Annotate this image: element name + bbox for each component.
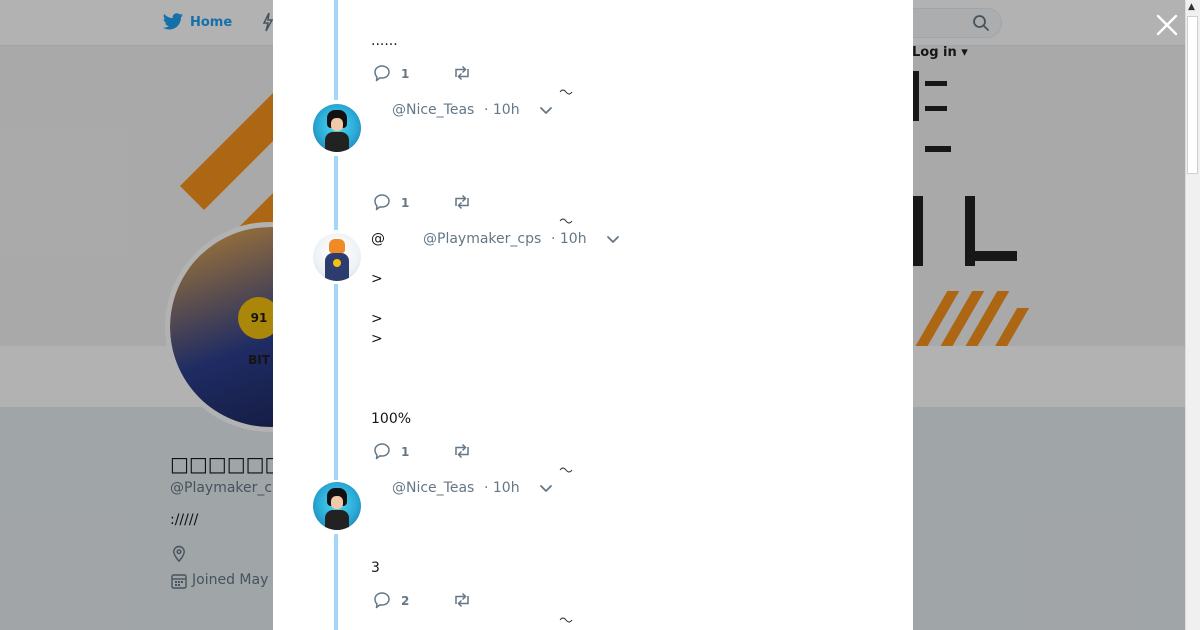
emoji-glyph [559,617,573,623]
login-label[interactable]: Log in [912,45,957,60]
chevron-down-icon[interactable] [539,106,553,116]
chevron-down-icon[interactable] [539,484,553,494]
reply-count: 1 [401,196,410,210]
tweet-thread-modal: ...... 1 @Nice_Teas · 10h 1 @ @Playmaker… [273,0,913,630]
avatar-face [331,496,343,509]
retweet-icon[interactable] [452,64,472,82]
avatar-face [331,118,343,131]
reply-count: 1 [401,67,410,81]
tweet-avatar[interactable] [313,482,361,530]
emoji-glyph [559,218,573,224]
tweet-handle[interactable]: @Nice_Teas [392,479,474,497]
reply-icon[interactable] [373,64,391,82]
tweet-text-line: > [371,271,383,287]
avatar-body [325,253,349,281]
close-icon[interactable] [1154,12,1180,38]
scrollbar-thumb[interactable] [1187,16,1198,174]
retweet-icon[interactable] [452,442,472,460]
tweet-handle[interactable]: @Nice_Teas [392,101,474,119]
reply-count: 1 [401,445,410,459]
tweet-text-line: ...... [371,33,398,49]
tweet-handle[interactable]: @Playmaker_cps [423,230,541,248]
reply-icon[interactable] [373,193,391,211]
emoji-glyph [559,89,573,95]
thread-connector [334,534,338,630]
reply-icon[interactable] [373,591,391,609]
tweet-display-name[interactable]: @ [371,230,385,248]
chevron-down-icon[interactable] [606,235,620,245]
reply-count: 2 [401,594,410,608]
thread-connector [334,156,338,230]
tweet-avatar[interactable] [313,104,361,152]
reply-icon[interactable] [373,442,391,460]
login-menu[interactable]: Log in ▾ [912,45,968,60]
retweet-icon[interactable] [452,193,472,211]
retweet-icon[interactable] [452,591,472,609]
emoji-glyph [559,467,573,473]
avatar-body [325,510,349,530]
thread-connector [334,284,338,480]
scroll-up-arrow[interactable]: ▲ [1188,2,1195,12]
tweet-timestamp[interactable]: · 10h [484,101,520,119]
avatar-body [325,132,349,152]
thread-connector [334,0,338,100]
tweet-text-line: > [371,311,383,327]
avatar-hair [329,239,345,253]
avatar-badge [333,259,341,267]
tweet-timestamp[interactable]: · 10h [484,479,520,497]
tweet-avatar[interactable] [313,233,361,281]
tweet-text-line: > [371,331,383,347]
tweet-timestamp[interactable]: · 10h [551,230,587,248]
tweet-text-line: 100% [371,411,412,427]
tweet-text-line: 3 [371,560,380,576]
